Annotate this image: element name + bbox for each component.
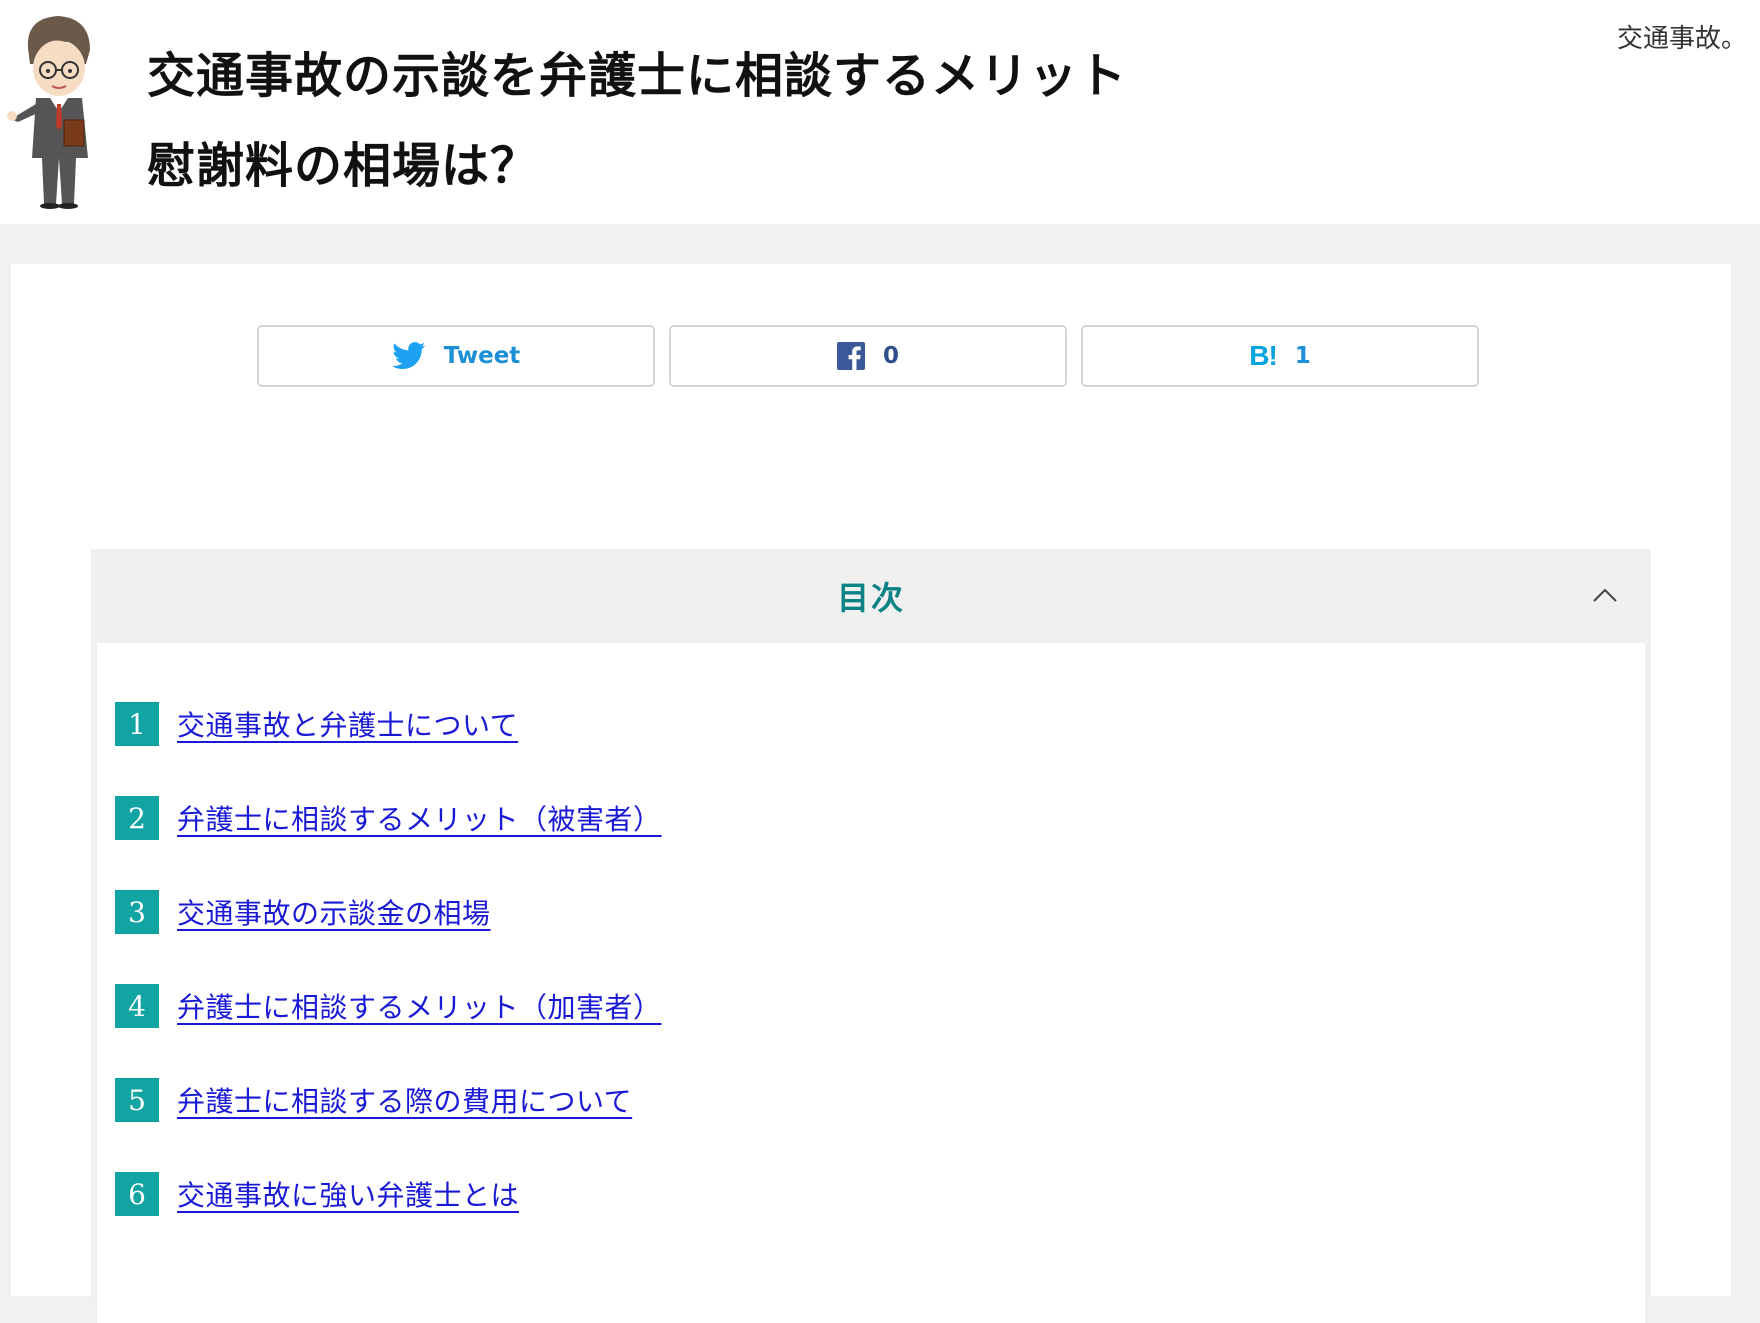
toc-item-link[interactable]: 弁護士に相談する際の費用について — [177, 1080, 632, 1120]
tweet-button[interactable]: Tweet — [257, 325, 655, 387]
toc-item-number: 3 — [115, 890, 159, 934]
twitter-bird-icon — [391, 342, 425, 370]
toc-list: 1 交通事故と弁護士について 2 弁護士に相談するメリット（被害者） 3 交通事… — [97, 643, 1645, 1323]
toc-item-2[interactable]: 2 弁護士に相談するメリット（被害者） — [115, 796, 662, 840]
toc-item-link[interactable]: 弁護士に相談するメリット（加害者） — [177, 986, 662, 1026]
toc-item-number: 4 — [115, 984, 159, 1028]
lawyer-mascot-illustration — [7, 16, 90, 209]
toc-item-number: 5 — [115, 1078, 159, 1122]
hatena-bookmark-icon: B! — [1249, 340, 1278, 371]
toc-item-number: 2 — [115, 796, 159, 840]
tweet-label: Tweet — [443, 343, 521, 369]
toc-item-number: 6 — [115, 1172, 159, 1216]
toc-item-5[interactable]: 5 弁護士に相談する際の費用について — [115, 1078, 632, 1122]
facebook-share-count: 0 — [882, 343, 899, 369]
toc-item-number: 1 — [115, 702, 159, 746]
table-of-contents: 目次 1 交通事故と弁護士について 2 弁護士に相談するメリット（被害者） 3 … — [91, 549, 1651, 1323]
chevron-up-icon[interactable] — [1591, 585, 1619, 605]
toc-item-6[interactable]: 6 交通事故に強い弁護士とは — [115, 1172, 519, 1216]
hatena-bookmark-count: 1 — [1294, 343, 1311, 369]
article-title-line-2: 慰謝料の相場は？ — [147, 138, 540, 194]
toc-title: 目次 — [836, 579, 905, 617]
facebook-icon — [836, 342, 865, 370]
header-excerpt: 交通事故。 — [1617, 24, 1748, 54]
toc-item-3[interactable]: 3 交通事故の示談金の相場 — [115, 890, 491, 934]
page-header: 交通事故の示談を弁護士に相談するメリット 慰謝料の相場は？ 交通事故。 — [0, 0, 1760, 224]
facebook-share-button[interactable]: 0 — [669, 325, 1067, 387]
toc-item-link[interactable]: 交通事故の示談金の相場 — [177, 892, 491, 932]
article-title-line-1: 交通事故の示談を弁護士に相談するメリット — [147, 48, 1128, 104]
toc-item-link[interactable]: 交通事故に強い弁護士とは — [177, 1174, 519, 1214]
toc-item-4[interactable]: 4 弁護士に相談するメリット（加害者） — [115, 984, 662, 1028]
article-card: Tweet 0 B! 1 目次 1 交通事故と弁護士について 2 弁護士に相談す… — [11, 264, 1731, 1323]
toc-item-1[interactable]: 1 交通事故と弁護士について — [115, 702, 518, 746]
toc-item-link[interactable]: 交通事故と弁護士について — [177, 704, 518, 744]
toc-item-link[interactable]: 弁護士に相談するメリット（被害者） — [177, 798, 662, 838]
hatena-bookmark-button[interactable]: B! 1 — [1081, 325, 1479, 387]
